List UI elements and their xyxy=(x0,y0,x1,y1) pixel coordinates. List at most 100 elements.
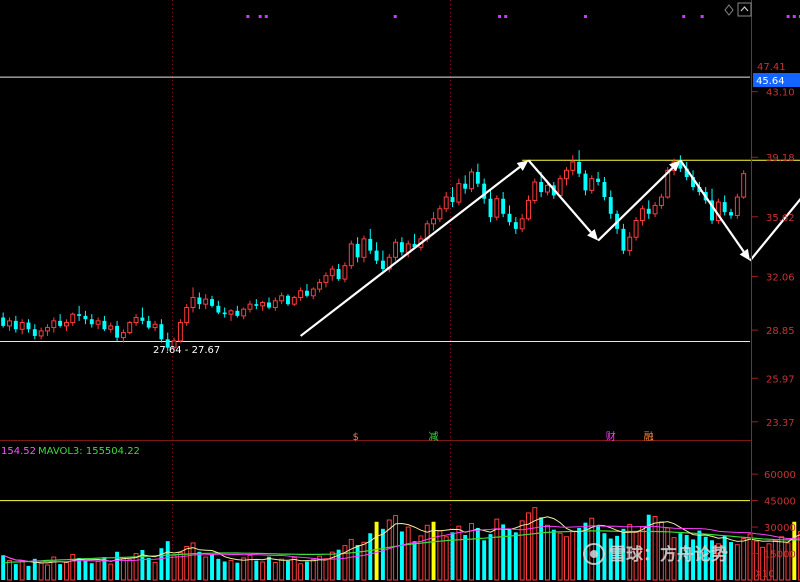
candle-body xyxy=(310,288,316,297)
candle xyxy=(177,319,183,343)
volume-bar xyxy=(241,557,247,581)
candle-body xyxy=(77,314,82,316)
volume-bar xyxy=(785,542,791,581)
candle-body xyxy=(58,320,63,326)
price-tick-label: 23.37 xyxy=(766,418,795,429)
volume-bar xyxy=(146,557,151,580)
volume-value-label: 154.52 xyxy=(1,446,36,457)
volume-bar xyxy=(279,558,285,581)
candle-body xyxy=(563,169,569,180)
volume-bar xyxy=(171,554,177,581)
candle-body xyxy=(589,178,595,191)
volume-bar xyxy=(729,542,733,580)
candle-body xyxy=(734,196,740,216)
volume-bar xyxy=(89,563,94,580)
candle-body xyxy=(513,222,518,229)
volume-bar xyxy=(210,554,214,580)
signal-dot xyxy=(682,15,686,18)
candle-body xyxy=(557,178,563,196)
candle-body xyxy=(32,329,37,336)
candle-body xyxy=(450,197,455,203)
volume-bar xyxy=(247,554,253,581)
candle-body xyxy=(140,317,145,321)
candle-body xyxy=(13,320,18,330)
volume-bar xyxy=(298,563,304,581)
candle-body xyxy=(102,320,107,330)
candle-body xyxy=(133,317,139,324)
candle-body xyxy=(222,312,227,315)
candle xyxy=(286,294,290,306)
volume-bar xyxy=(197,551,202,580)
candle-body xyxy=(120,332,126,339)
candle-body xyxy=(38,330,44,337)
candle-body xyxy=(203,298,209,305)
volume-bar xyxy=(38,562,44,581)
volume-bar xyxy=(399,531,404,580)
volume-bar xyxy=(475,527,480,580)
candle-body xyxy=(323,275,329,283)
candle-body xyxy=(722,202,727,213)
volume-bar xyxy=(545,524,550,581)
mavol-label: MAVOL3: 155504.22 xyxy=(38,446,140,457)
candle-body xyxy=(475,171,480,184)
candle-body xyxy=(380,260,385,270)
candle-body xyxy=(570,161,576,171)
candle-body xyxy=(70,313,76,324)
candle-body xyxy=(519,218,525,230)
candle-body xyxy=(305,290,309,296)
candle-body xyxy=(539,182,544,193)
candle-body xyxy=(621,228,626,251)
volume-bar xyxy=(235,562,240,580)
candle-body xyxy=(210,299,214,306)
candle xyxy=(734,193,740,219)
candle-body xyxy=(526,199,531,220)
candle-body xyxy=(1,317,6,326)
volume-bar xyxy=(348,538,354,581)
signal-dot xyxy=(246,15,250,18)
signal-dot xyxy=(264,15,268,18)
volume-bar xyxy=(734,544,740,581)
candle-body xyxy=(646,208,651,214)
volume-bar xyxy=(286,560,290,580)
price-tick-label: 43.10 xyxy=(766,88,795,99)
volume-bar xyxy=(513,532,518,580)
volume-tick-label: 15000 xyxy=(764,550,796,561)
candle-body xyxy=(729,212,733,216)
candle-body xyxy=(368,238,373,251)
candle-body xyxy=(348,243,354,267)
candle-body xyxy=(355,243,360,258)
volume-bar xyxy=(463,535,468,580)
volume-bar xyxy=(405,526,411,581)
volume-bar xyxy=(355,545,360,580)
volume-bar xyxy=(482,540,487,580)
candle xyxy=(291,295,297,306)
volume-bar xyxy=(115,551,120,580)
candle-body xyxy=(652,204,658,215)
price-tick-label: 25.97 xyxy=(766,374,795,385)
candle-body xyxy=(247,303,253,310)
candle-body xyxy=(235,310,240,316)
candle xyxy=(494,195,500,221)
candle-body xyxy=(95,320,101,325)
candle-body xyxy=(494,198,500,218)
volume-bar xyxy=(329,551,335,581)
volume-tick-label: 45000 xyxy=(764,497,796,508)
candle xyxy=(393,238,399,261)
volume-bar xyxy=(361,541,367,581)
volume-bar xyxy=(45,564,50,581)
volume-bar xyxy=(412,541,417,580)
volume-bar xyxy=(1,555,6,580)
signal-dot xyxy=(700,15,704,18)
volume-tick-label: 30000 xyxy=(764,523,796,534)
candle-body xyxy=(577,161,582,174)
volume-bar xyxy=(95,560,101,581)
volume-bar xyxy=(13,564,18,580)
candle-body xyxy=(291,296,297,305)
volume-bar xyxy=(228,560,234,581)
candle-body xyxy=(51,320,57,329)
volume-bar xyxy=(58,564,63,580)
candle-body xyxy=(267,302,271,308)
volume-bar xyxy=(272,562,278,581)
candle-body xyxy=(298,290,304,298)
candle xyxy=(741,170,747,199)
